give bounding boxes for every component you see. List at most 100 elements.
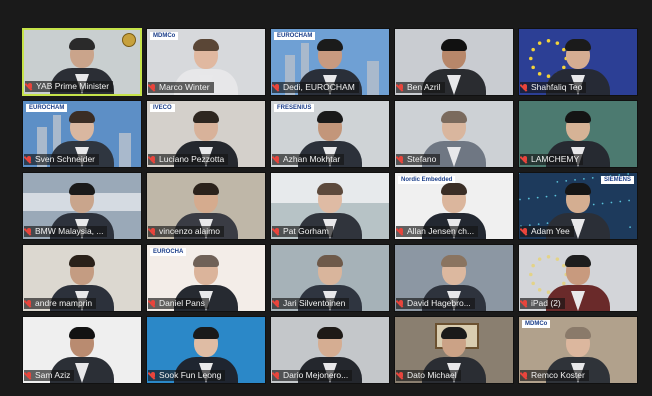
participant-hair (193, 327, 219, 339)
participant-name-label: Marco Winter (148, 82, 214, 93)
participant-hair (193, 255, 219, 267)
muted-mic-icon (26, 299, 32, 308)
participant-tile[interactable]: Dato Michael (394, 316, 514, 384)
participant-hair (565, 255, 591, 267)
participant-hair (565, 39, 591, 51)
muted-mic-icon (274, 227, 280, 236)
participant-name-label: Adam Yee (520, 226, 574, 237)
participant-name: Sook Fun Leong (159, 370, 222, 380)
participant-hair (317, 327, 343, 339)
participant-hair (193, 111, 219, 123)
participant-hair (565, 111, 591, 123)
participant-name: Jari Silventoinen (283, 298, 346, 308)
participant-hair (565, 327, 591, 339)
participant-tile[interactable]: Stefano (394, 100, 514, 168)
participant-tile[interactable]: MDMCo Remco Koster (518, 316, 638, 384)
participant-name: YAB Prime Minister (36, 81, 110, 91)
participant-gallery: YAB Prime Minister MDMCo Marco Winter EUROC… (22, 28, 646, 390)
participant-name: Allan Jensen ch... (407, 226, 475, 236)
participant-name: iPad (2) (531, 298, 561, 308)
participant-hair (441, 183, 467, 195)
skyline-building (367, 61, 379, 95)
participant-tile[interactable]: andre mamprin (22, 244, 142, 312)
muted-mic-icon (274, 299, 280, 308)
participant-tile[interactable]: Shahfaliq Teo (518, 28, 638, 96)
participant-tile[interactable]: IVECO Luciano Pezzotta (146, 100, 266, 168)
participant-tile[interactable]: YAB Prime Minister (22, 28, 142, 96)
participant-name-label: Stefano (396, 154, 441, 165)
participant-name-label: YAB Prime Minister (25, 81, 114, 92)
participant-name-label: iPad (2) (520, 298, 565, 309)
participant-tile[interactable]: iPad (2) (518, 244, 638, 312)
participant-name: BMW Malaysia, ... (35, 226, 104, 236)
participant-hair (193, 39, 219, 51)
participant-tile[interactable]: EUROCHAM Sven Schneider (22, 100, 142, 168)
participant-tile[interactable]: Pat Gorham (270, 172, 390, 240)
government-seal-icon (122, 33, 136, 47)
participant-name-label: LAMCHEMY (520, 154, 584, 165)
participant-name: andre mamprin (35, 298, 93, 308)
participant-name: Stefano (407, 154, 437, 164)
participant-tile[interactable]: David Hagebro... (394, 244, 514, 312)
participant-name-label: Allan Jensen ch... (396, 226, 479, 237)
participant-hair (317, 39, 343, 51)
participant-hair (317, 183, 343, 195)
video-conference-window: YAB Prime Minister MDMCo Marco Winter EUROC… (0, 0, 652, 396)
participant-name-label: BMW Malaysia, ... (24, 226, 108, 237)
participant-hair (317, 255, 343, 267)
participant-tile[interactable]: LAMCHEMY (518, 100, 638, 168)
participant-tile[interactable]: Jari Silventoinen (270, 244, 390, 312)
muted-mic-icon (522, 227, 528, 236)
participant-name: LAMCHEMY (531, 154, 580, 164)
participant-hair (69, 111, 95, 123)
participant-name: Ben Azril (407, 82, 441, 92)
participant-tile[interactable]: Sam Aziz (22, 316, 142, 384)
participant-name: vincenzo alaimo (159, 226, 220, 236)
participant-tile[interactable]: FRESENIUS Azhan Mokhtar (270, 100, 390, 168)
participant-hair (441, 327, 467, 339)
participant-name-label: Dario Mejonero... (272, 370, 353, 381)
muted-mic-icon (150, 83, 156, 92)
participant-tile[interactable]: SIEMENS Adam Yee (518, 172, 638, 240)
participant-name: Sam Aziz (35, 370, 71, 380)
muted-mic-icon (150, 155, 156, 164)
participant-name-label: Pat Gorham (272, 226, 333, 237)
participant-name-label: Azhan Mokhtar (272, 154, 345, 165)
participant-name-label: Dedi, EUROCHAM (272, 82, 359, 93)
muted-mic-icon (522, 371, 528, 380)
muted-mic-icon (398, 83, 404, 92)
participant-name: Marco Winter (159, 82, 210, 92)
participant-name-label: Jari Silventoinen (272, 298, 350, 309)
participant-tile[interactable]: Ben Azril (394, 28, 514, 96)
participant-tile[interactable]: Sook Fun Leong (146, 316, 266, 384)
participant-tile[interactable]: Dario Mejonero... (270, 316, 390, 384)
participant-hair (317, 111, 343, 123)
participant-tile[interactable]: EUROCHAM Dedi, EUROCHAM (270, 28, 390, 96)
participant-hair (565, 183, 591, 195)
participant-name-label: Daniel Pans (148, 298, 209, 309)
participant-tile[interactable]: BMW Malaysia, ... (22, 172, 142, 240)
participant-name-label: David Hagebro... (396, 298, 475, 309)
participant-tile[interactable]: Nordic Embedded Allan Jensen ch... (394, 172, 514, 240)
participant-name-label: Ben Azril (396, 82, 445, 93)
participant-hair (69, 183, 95, 195)
muted-mic-icon (522, 83, 528, 92)
muted-mic-icon (26, 371, 32, 380)
participant-name: Dato Michael (407, 370, 457, 380)
participant-name-label: Dato Michael (396, 370, 461, 381)
participant-name-label: Sook Fun Leong (148, 370, 226, 381)
participant-hair (193, 183, 219, 195)
participant-hair (441, 111, 467, 123)
skyline-building (119, 133, 131, 167)
participant-name: Remco Koster (531, 370, 585, 380)
muted-mic-icon (150, 227, 156, 236)
participant-tile[interactable]: vincenzo alaimo (146, 172, 266, 240)
participant-name: Dedi, EUROCHAM (283, 82, 355, 92)
participant-name-label: Sam Aziz (24, 370, 75, 381)
muted-mic-icon (522, 299, 528, 308)
participant-name: Azhan Mokhtar (283, 154, 341, 164)
participant-name-label: Luciano Pezzotta (148, 154, 229, 165)
muted-mic-icon (26, 227, 32, 236)
participant-tile[interactable]: EUROCHA Daniel Pans (146, 244, 266, 312)
participant-tile[interactable]: MDMCo Marco Winter (146, 28, 266, 96)
